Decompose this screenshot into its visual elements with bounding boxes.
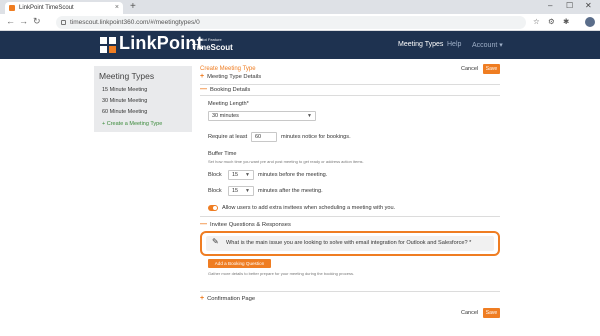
close-window-button[interactable]: ✕ (585, 1, 592, 10)
minimize-button[interactable]: – (548, 1, 552, 10)
section-label: Confirmation Page (207, 296, 256, 302)
section-label: Invitee Questions & Responses (210, 222, 291, 228)
logo-text: LinkPoint (119, 33, 203, 53)
expand-icon: + (200, 73, 205, 80)
buffer-before-select[interactable]: 15 ▼ (228, 170, 254, 180)
nav-help[interactable]: Help (447, 41, 461, 48)
allow-invitees-toggle[interactable] (208, 205, 218, 211)
notice-minutes-input[interactable]: 60 (251, 132, 277, 142)
question-text: What is the main issue you are looking t… (226, 240, 472, 246)
sidebar-item-60-minute[interactable]: 60 Minute Meeting (102, 109, 147, 115)
star-icon[interactable]: ☆ (533, 17, 540, 26)
bottom-save-button[interactable]: Save (483, 308, 500, 318)
page-title: Create Meeting Type (200, 66, 256, 72)
puzzle-icon[interactable]: ✱ (563, 17, 569, 26)
forward-icon[interactable]: → (19, 16, 28, 26)
meeting-types-sidebar: Meeting Types 15 Minute Meeting 30 Minut… (94, 66, 192, 132)
browser-tab[interactable]: LinkPoint TimeScout × (5, 2, 123, 14)
lock-icon (61, 20, 66, 25)
url-field[interactable]: timescout.linkpoint360.com/#/meetingtype… (56, 16, 526, 29)
add-question-help: Gather more details to better prepare fo… (208, 271, 355, 276)
favicon-icon (9, 5, 15, 11)
save-button[interactable]: Save (483, 64, 500, 74)
block-after-label: Block (208, 188, 222, 194)
collapse-icon: — (200, 221, 207, 228)
sidebar-title: Meeting Types (99, 71, 155, 81)
tab-close-icon[interactable]: × (115, 2, 119, 14)
section-label: Meeting Type Details (207, 74, 262, 80)
meeting-length-value: 30 minutes (212, 113, 239, 119)
logo-grid-icon (100, 37, 116, 53)
question-row[interactable]: ✎ What is the main issue you are looking… (206, 236, 494, 251)
expand-icon: + (200, 295, 205, 302)
chevron-down-icon: ▼ (245, 188, 250, 194)
sidebar-item-create[interactable]: + Create a Meeting Type (102, 121, 162, 127)
sidebar-item-30-minute[interactable]: 30 Minute Meeting (102, 98, 147, 104)
pencil-icon[interactable]: ✎ (212, 237, 219, 246)
profile-avatar[interactable] (585, 17, 595, 27)
buffer-time-description: Set how much time you want pre and post … (208, 159, 364, 164)
section-label: Booking Details (210, 87, 251, 93)
url-text: timescout.linkpoint360.com/#/meetingtype… (70, 19, 200, 26)
booking-question-card[interactable]: ✎ What is the main issue you are looking… (200, 231, 500, 256)
divider (200, 216, 500, 217)
extension-icon[interactable]: ⚙ (548, 17, 555, 26)
back-icon[interactable]: ← (6, 16, 15, 26)
block-before-label: Block (208, 172, 222, 178)
cancel-button[interactable]: Cancel (461, 66, 478, 72)
divider (200, 291, 500, 292)
product-name: TimeScout (192, 43, 233, 52)
reload-icon[interactable]: ↻ (33, 16, 41, 27)
notice-minutes-value: 60 (255, 134, 262, 140)
section-meeting-type-details[interactable]: + Meeting Type Details (200, 73, 261, 80)
section-booking-details[interactable]: — Booking Details (200, 86, 250, 93)
nav-meeting-types[interactable]: Meeting Types (398, 41, 443, 48)
section-confirmation-page[interactable]: + Confirmation Page (200, 295, 255, 302)
nav-account[interactable]: Account ▾ (472, 41, 503, 49)
buffer-after-select[interactable]: 15 ▼ (228, 186, 254, 196)
toggle-knob (213, 206, 217, 210)
block-after-suffix: minutes after the meeting. (258, 188, 323, 194)
buffer-after-value: 15 (232, 188, 239, 194)
divider (200, 95, 500, 96)
new-tab-button[interactable]: + (130, 1, 136, 12)
address-bar-row: ← → ↻ timescout.linkpoint360.com/#/meeti… (0, 14, 600, 31)
app-header: LinkPoint Pilot Feature TimeScout Meetin… (0, 31, 600, 59)
meeting-length-label: Meeting Length* (208, 101, 249, 107)
chevron-down-icon: ▼ (245, 172, 250, 178)
buffer-before-value: 15 (232, 172, 239, 178)
maximize-button[interactable]: ☐ (566, 1, 573, 10)
section-invitee-questions[interactable]: — Invitee Questions & Responses (200, 221, 291, 228)
block-before-suffix: minutes before the meeting. (258, 172, 328, 178)
buffer-time-title: Buffer Time (208, 151, 237, 157)
browser-tab-bar: LinkPoint TimeScout × + – ☐ ✕ (0, 0, 600, 14)
add-booking-question-button[interactable]: Add a Booking Question (208, 259, 271, 268)
collapse-icon: — (200, 86, 207, 93)
allow-invitees-label: Allow users to add extra invitees when s… (222, 205, 396, 211)
sidebar-item-15-minute[interactable]: 15 Minute Meeting (102, 87, 147, 93)
bottom-cancel-button[interactable]: Cancel (461, 310, 478, 316)
chevron-down-icon: ▼ (307, 113, 312, 119)
pilot-feature-label: Pilot Feature (199, 37, 222, 42)
meeting-length-select[interactable]: 30 minutes ▼ (208, 111, 316, 121)
require-notice-prefix: Require at least (208, 134, 248, 140)
require-notice-suffix: minutes notice for bookings. (281, 134, 351, 140)
divider (200, 84, 500, 85)
tab-title: LinkPoint TimeScout (19, 5, 74, 11)
